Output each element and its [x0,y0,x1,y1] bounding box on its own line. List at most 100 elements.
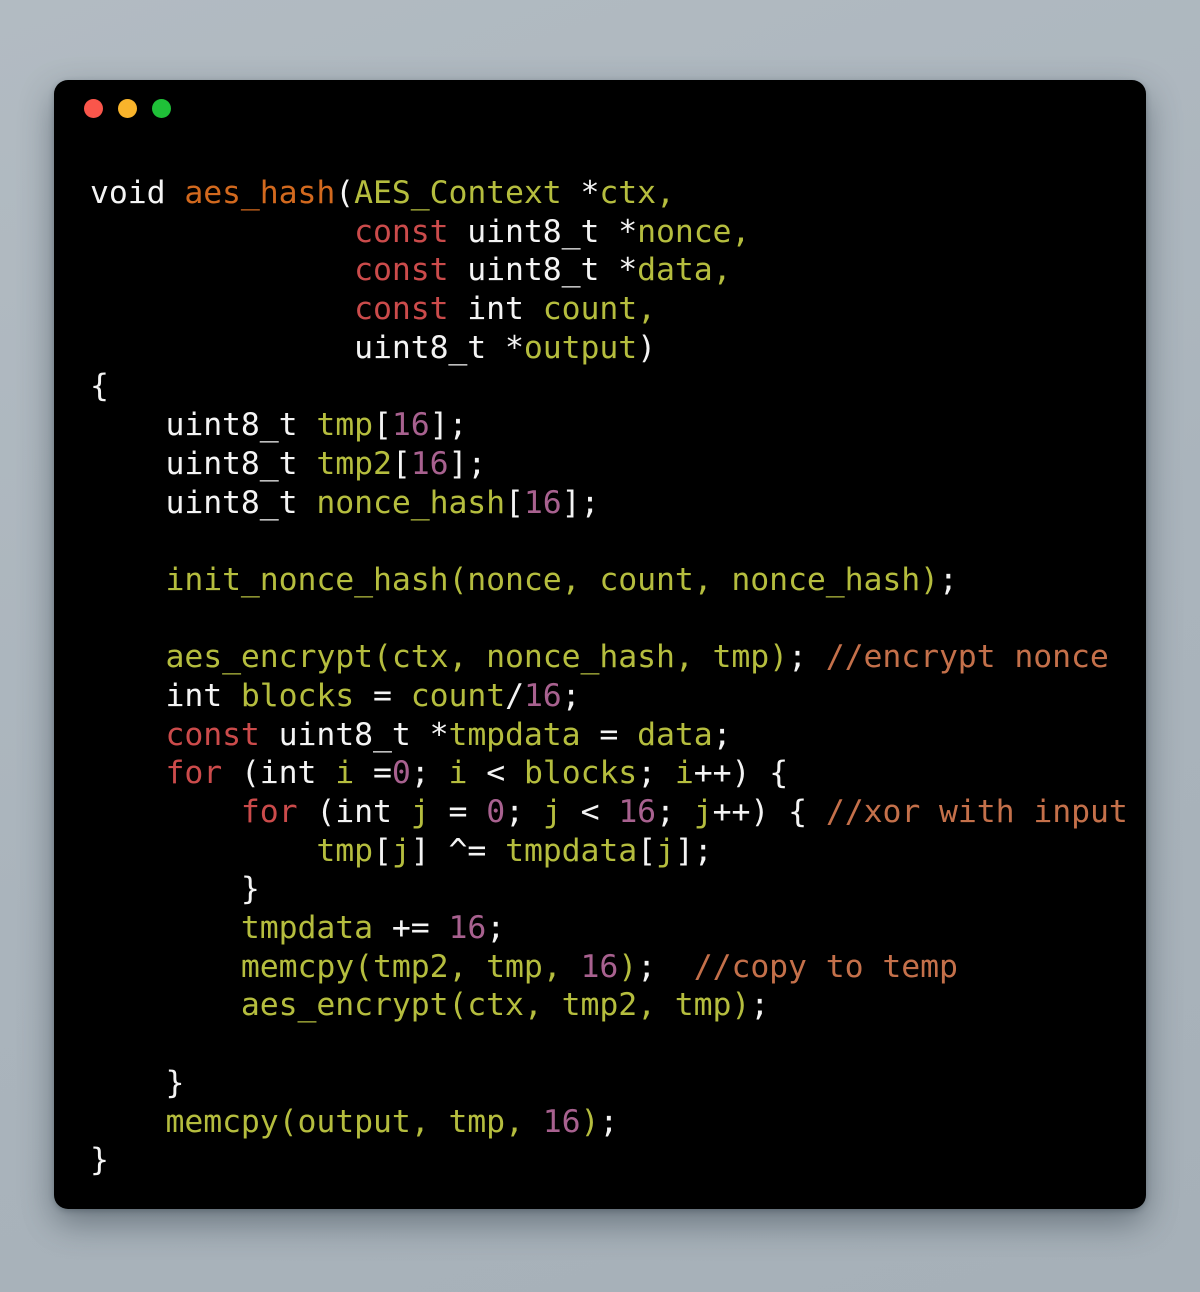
code-token-identifier: init_nonce_hash(nonce, count, nonce_hash… [165,561,939,598]
code-token-plain: ; [410,755,449,792]
code-token-keyword: const [354,291,449,328]
code-line: void aes_hash(AES_Context *ctx, [90,174,1128,213]
code-token-identifier: ) [580,1103,600,1140]
code-token-plain: void [90,175,185,211]
code-token-plain: ; [788,639,826,676]
code-line: memcpy(tmp2, tmp, 16); //copy to temp [90,948,1128,987]
code-line: aes_encrypt(ctx, nonce_hash, tmp); //enc… [90,638,1128,677]
code-line: const int count, [90,290,1128,329]
code-token-plain: ; [505,794,543,830]
code-token-comment: //encrypt nonce [825,639,1109,676]
maximize-window-button[interactable] [152,98,171,118]
code-token-plain: ++) { [693,755,789,792]
code-token-identifier: tmp [316,407,373,444]
code-token-plain: uint8_t [90,407,317,444]
code-token-plain: [ [373,832,392,869]
code-token-identifier: aes_encrypt(ctx, tmp2, tmp) [240,987,751,1024]
code-token-plain: < [467,755,524,792]
code-token-keyword: const [165,716,260,753]
code-token-identifier: j [656,832,675,869]
code-token-identifier: tmpdata [505,832,638,869]
code-token-identifier: blocks [240,677,355,714]
code-token-comment: //copy to temp [693,948,958,985]
code-line: { [90,367,1128,406]
code-token-identifier: nonce [637,213,732,250]
code-token-identifier: tmp2 [316,445,392,482]
code-token-keyword: const [354,252,449,289]
code-token-plain: (int [222,755,336,792]
code-token-plain: += [372,910,449,947]
code-line: const uint8_t *tmpdata = data; [90,716,1128,755]
code-token-plain: ; [486,910,506,947]
code-line: tmpdata += 16; [90,909,1128,948]
code-token-plain: / [505,677,524,714]
minimize-window-button[interactable] [118,98,137,118]
code-token-identifier: , [731,213,751,250]
code-line: } [90,1141,1128,1180]
code-token-identifier: j [693,794,713,830]
code-window: void aes_hash(AES_Context *ctx, const ui… [54,80,1146,1209]
code-token-plain: < [561,794,619,830]
code-line: uint8_t *output) [90,329,1128,368]
code-block[interactable]: void aes_hash(AES_Context *ctx, const ui… [90,174,1128,1180]
code-token-plain: ; [712,716,732,753]
code-token-identifier: , [655,175,675,211]
code-token-plain: = [354,677,411,714]
code-token-number: 16 [580,948,619,985]
close-window-button[interactable] [84,98,103,118]
code-token-plain: uint8_t * [448,252,638,289]
code-token-number: 16 [618,794,657,830]
code-token-plain: int [90,677,241,714]
code-token-identifier: blocks [523,755,638,792]
code-token-plain: ( [335,175,355,211]
code-token-number: 16 [523,484,562,521]
code-token-function: aes_hash [184,175,336,211]
window-titlebar[interactable] [54,80,1146,136]
code-token-plain: (int [297,794,411,830]
code-token-plain: ; [599,1103,619,1140]
code-token-plain: uint8_t [90,484,317,521]
code-token-identifier: j [542,794,562,830]
code-token-identifier: , [712,252,732,289]
code-line: uint8_t nonce_hash[16]; [90,484,1128,523]
code-token-comment: //xor with input [825,794,1128,830]
screenshot-canvas: void aes_hash(AES_Context *ctx, const ui… [0,0,1200,1292]
code-token-identifier: tmp [316,832,373,869]
code-token-plain: ] ^= [410,832,506,869]
code-token-identifier: j [391,832,411,869]
code-token-number: 16 [542,1103,581,1140]
code-line: } [90,870,1128,909]
code-token-plain: } [90,1064,185,1101]
code-token-plain: ]; [448,445,487,482]
code-token-plain: ]; [674,832,713,869]
code-token-identifier: tmpdata [448,716,581,753]
code-token-plain: * [561,175,600,211]
code-line: const uint8_t *data, [90,251,1128,290]
code-token-plain: uint8_t * [448,213,638,250]
code-token-plain: = [429,794,487,830]
code-line: uint8_t tmp2[16]; [90,445,1128,484]
code-token-plain: ; [750,987,770,1024]
code-token-plain: ; [938,561,958,598]
code-line: tmp[j] ^= tmpdata[j]; [90,832,1128,871]
code-line: int blocks = count/16; [90,677,1128,716]
code-token-identifier: nonce_hash [316,484,506,521]
code-token-identifier: i [335,755,355,792]
code-token-plain: ) [637,329,656,366]
code-token-plain: [ [391,445,411,482]
code-token-plain: ++) { [712,794,826,830]
